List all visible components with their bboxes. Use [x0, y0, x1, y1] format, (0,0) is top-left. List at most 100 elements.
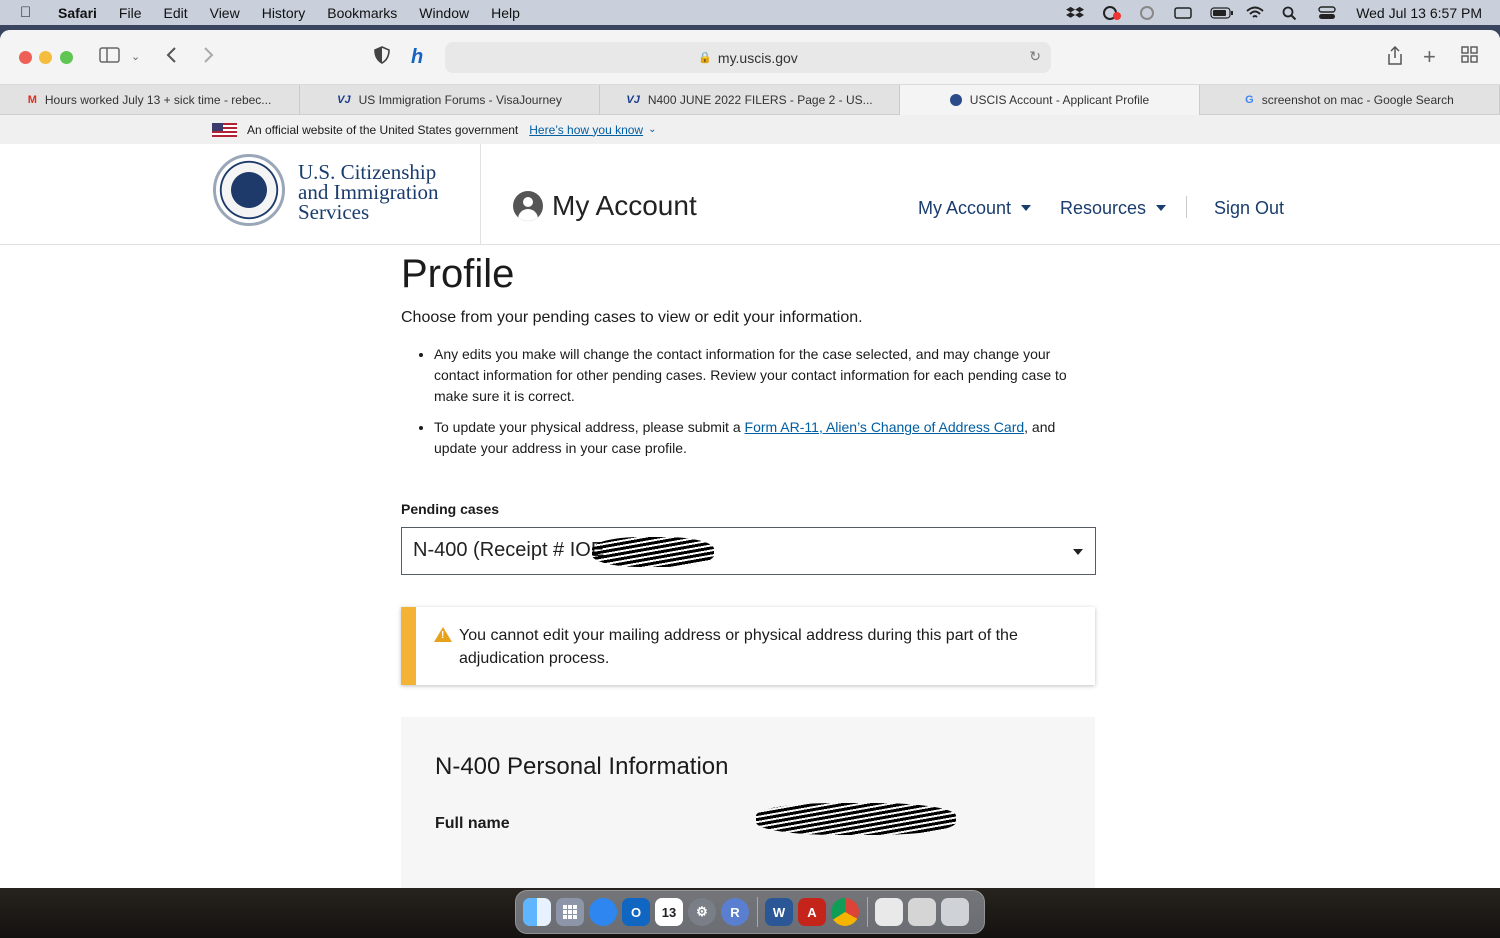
tab-overview-icon[interactable]: [1461, 46, 1479, 69]
dhs-seal-logo[interactable]: [213, 154, 285, 226]
calendar-icon[interactable]: 13: [655, 898, 683, 926]
google-icon: G: [1245, 94, 1254, 106]
menu-bar:  Safari File Edit View History Bookmark…: [0, 0, 1500, 25]
menu-file[interactable]: File: [119, 5, 142, 21]
agency-line: Services: [298, 200, 370, 224]
list-item: Any edits you make will change the conta…: [434, 344, 1094, 407]
menu-edit[interactable]: Edit: [163, 5, 187, 21]
wifi-icon[interactable]: [1246, 6, 1266, 20]
web-page: An official website of the United States…: [0, 115, 1500, 888]
form-ar11-link[interactable]: Form AR-11, Alien’s Change of Address Ca…: [745, 419, 1025, 435]
dropbox-icon[interactable]: [1066, 6, 1086, 20]
launchpad-icon[interactable]: [556, 898, 584, 926]
tab-gmail[interactable]: M Hours worked July 13 + sick time - reb…: [0, 85, 300, 115]
chevron-down-icon[interactable]: ⌄: [648, 124, 656, 135]
pending-cases-label: Pending cases: [401, 501, 500, 517]
nav-resources[interactable]: Resources: [1060, 198, 1167, 219]
spotlight-search-icon[interactable]: [1282, 6, 1302, 20]
redaction-scribble: [592, 537, 714, 567]
minimize-window-button[interactable]: [39, 51, 52, 64]
site-header: U.S. Citizenship and Immigration Service…: [0, 144, 1500, 245]
nav-divider: [1186, 196, 1187, 218]
sidebar-toggle-icon[interactable]: [99, 46, 121, 69]
acrobat-icon[interactable]: A: [798, 898, 826, 926]
browser-toolbar: ⌄ h 🔒 my.uscis.gov ↻ +: [0, 30, 1500, 85]
dock: O 13 ⚙ R W A: [515, 890, 985, 934]
tab-title: US Immigration Forums - VisaJourney: [358, 93, 562, 107]
system-preferences-gear-icon[interactable]: ⚙: [688, 898, 716, 926]
safari-compass-icon[interactable]: [589, 898, 617, 926]
gov-banner: An official website of the United States…: [0, 115, 1500, 144]
cloud-sync-icon[interactable]: [1102, 5, 1122, 20]
caret-down-icon: [1021, 205, 1032, 211]
caret-down-icon: [1156, 205, 1167, 211]
honey-extension-icon[interactable]: h: [411, 46, 423, 68]
warning-icon: [434, 627, 452, 642]
dock-separator: [867, 897, 868, 927]
chrome-icon[interactable]: [831, 898, 859, 926]
tab-bar: M Hours worked July 13 + sick time - reb…: [0, 85, 1500, 115]
page-title: Profile: [401, 252, 515, 296]
full-name-label: Full name: [435, 815, 510, 832]
forward-arrow-icon[interactable]: [202, 46, 214, 69]
tab-title: Hours worked July 13 + sick time - rebec…: [44, 93, 272, 107]
control-center-icon[interactable]: [1318, 5, 1338, 20]
nav-label: My Account: [918, 198, 1012, 218]
privacy-shield-icon[interactable]: [374, 46, 390, 69]
apple-menu-icon[interactable]: : [20, 4, 42, 21]
nav-label: Resources: [1060, 198, 1147, 218]
menu-bar-status: Wed Jul 13 6:57 PM: [1050, 0, 1482, 25]
warning-alert: You cannot edit your mailing address or …: [401, 607, 1095, 685]
account-title: My Account: [552, 190, 697, 221]
account-avatar-icon: [513, 191, 543, 221]
safari-window: ⌄ h 🔒 my.uscis.gov ↻ + M Hours worked Ju…: [0, 30, 1500, 888]
address-bar[interactable]: 🔒 my.uscis.gov ↻: [445, 42, 1051, 73]
menu-window[interactable]: Window: [419, 5, 469, 21]
redaction-scribble: [756, 803, 956, 835]
gov-banner-text: An official website of the United States…: [247, 122, 519, 137]
chevron-down-icon[interactable]: ⌄: [131, 46, 140, 68]
back-arrow-icon[interactable]: [166, 46, 178, 69]
menu-view[interactable]: View: [210, 5, 240, 21]
zoom-window-button[interactable]: [60, 51, 73, 64]
tab-uscis-active[interactable]: USCIS Account - Applicant Profile: [900, 85, 1200, 115]
menu-clock[interactable]: Wed Jul 13 6:57 PM: [1356, 5, 1482, 21]
share-icon[interactable]: [1386, 45, 1404, 71]
r-app-icon[interactable]: R: [721, 898, 749, 926]
menu-history[interactable]: History: [262, 5, 306, 21]
heres-how-you-know-link[interactable]: Here’s how you know: [529, 123, 643, 137]
menu-app-name[interactable]: Safari: [58, 5, 97, 21]
dock-separator: [757, 897, 758, 927]
menu-help[interactable]: Help: [491, 5, 520, 21]
outlook-icon[interactable]: O: [622, 898, 650, 926]
downloads-stack-icon[interactable]: [908, 898, 936, 926]
document-stack-icon[interactable]: [875, 898, 903, 926]
url-text: my.uscis.gov: [717, 49, 798, 66]
menu-bookmarks[interactable]: Bookmarks: [327, 5, 397, 21]
agency-line: U.S. Citizenship: [298, 160, 437, 184]
pending-cases-select[interactable]: N-400 (Receipt # IOE: [401, 527, 1096, 575]
profile-main: Profile Choose from your pending cases t…: [401, 245, 1101, 888]
close-window-button[interactable]: [19, 51, 32, 64]
new-tab-icon[interactable]: +: [1423, 46, 1436, 68]
battery-icon[interactable]: [1210, 6, 1234, 20]
word-icon[interactable]: W: [765, 898, 793, 926]
header-divider: [480, 144, 481, 244]
nav-my-account[interactable]: My Account: [918, 198, 1032, 219]
intro-text: Choose from your pending cases to view o…: [401, 309, 863, 326]
tab-visajourney[interactable]: VJ US Immigration Forums - VisaJourney: [300, 85, 600, 115]
uscis-agency-name[interactable]: U.S. Citizenship and Immigration Service…: [298, 160, 439, 224]
sign-out-link[interactable]: Sign Out: [1214, 198, 1284, 219]
tab-n400-forum[interactable]: VJ N400 JUNE 2022 FILERS - Page 2 - US..…: [600, 85, 900, 115]
finder-icon[interactable]: [523, 898, 551, 926]
trash-icon[interactable]: [941, 898, 969, 926]
selected-case-value: N-400 (Receipt # IOE: [413, 539, 605, 561]
tab-title: USCIS Account - Applicant Profile: [969, 93, 1150, 107]
tab-google-search[interactable]: G screenshot on mac - Google Search: [1200, 85, 1500, 115]
keyboard-icon[interactable]: [1174, 6, 1194, 20]
caret-down-icon: [1073, 549, 1083, 555]
list-item: To update your physical address, please …: [434, 417, 1094, 459]
agency-line: and Immigration: [298, 180, 439, 204]
reload-icon[interactable]: ↻: [1029, 48, 1041, 65]
moon-icon[interactable]: [1138, 5, 1158, 20]
